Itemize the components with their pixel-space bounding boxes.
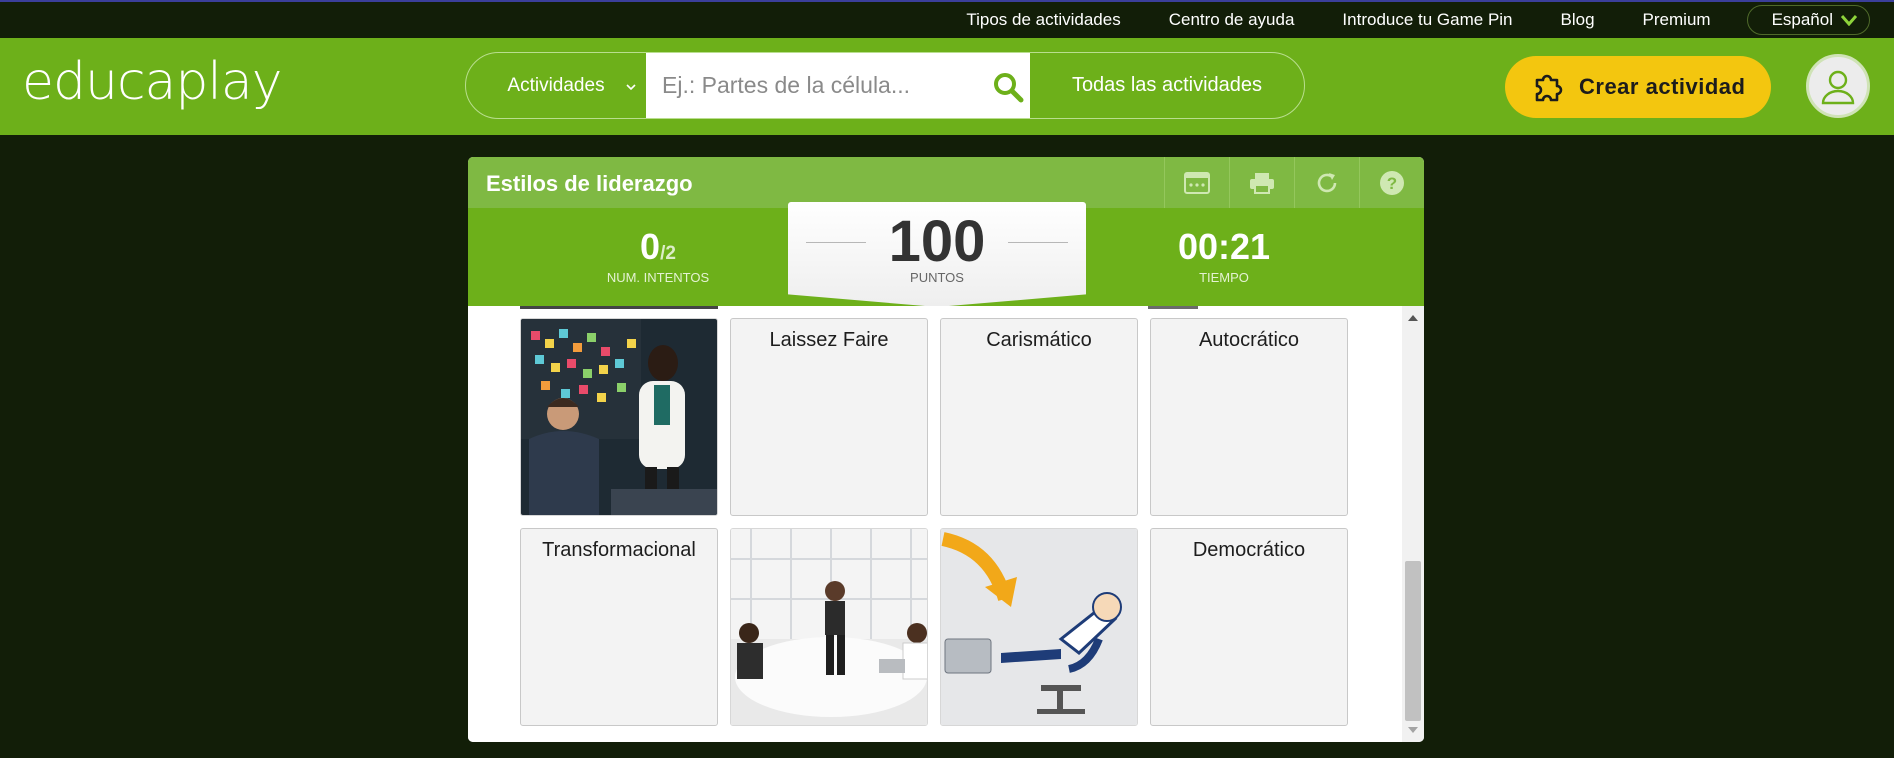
card-text-autocratic[interactable]: Autocrático [1150, 318, 1348, 516]
link-game-pin[interactable]: Introduce tu Game Pin [1342, 10, 1512, 30]
attempts-total: /2 [660, 243, 676, 264]
link-help-center[interactable]: Centro de ayuda [1169, 10, 1295, 30]
fullscreen-button[interactable] [1164, 157, 1229, 208]
link-activity-types[interactable]: Tipos de actividades [966, 10, 1120, 30]
create-activity-button[interactable]: Crear actividad [1505, 56, 1771, 118]
card-text-laissez-faire[interactable]: Laissez Faire [730, 318, 928, 516]
card-text-democratic[interactable]: Democrático [1150, 528, 1348, 726]
scroll-thumb[interactable] [1405, 561, 1421, 721]
time-label: TIEMPO [1199, 270, 1249, 285]
print-icon [1250, 172, 1274, 194]
search-icon[interactable] [992, 71, 1024, 103]
language-label: Español [1771, 10, 1833, 29]
svg-text:?: ? [1387, 174, 1397, 193]
search-bar: Actividades Todas las actividades [465, 52, 1305, 119]
time-stat: 00:21 TIEMPO [1134, 226, 1314, 285]
top-bar: Tipos de actividades Centro de ayuda Int… [0, 0, 1894, 38]
create-activity-label: Crear actividad [1579, 74, 1746, 99]
scroll-up-icon[interactable] [1408, 314, 1418, 322]
attempts-value: 0 [640, 226, 661, 267]
link-premium[interactable]: Premium [1643, 10, 1711, 30]
card-label: Transformacional [542, 539, 696, 561]
presentation-meeting-photo-icon [521, 319, 717, 515]
attempts-label: NUM. INTENTOS [606, 270, 710, 285]
activity-tools: ? [1164, 157, 1424, 208]
logo[interactable]: educaplay [22, 52, 283, 112]
card-text-charismatic[interactable]: Carismático [940, 318, 1138, 516]
card-image-presentation[interactable] [520, 318, 718, 516]
time-value: 00:21 [1177, 226, 1271, 267]
card-image-relaxed-businessman[interactable] [940, 528, 1138, 726]
chevron-down-icon [626, 84, 636, 91]
points-value: 100 [888, 209, 986, 274]
activity-panel: Estilos de liderazgo ? 0/2 NUM. INTENTOS… [468, 157, 1424, 742]
scroll-down-icon[interactable] [1408, 726, 1418, 734]
office-meeting-photo-icon [731, 529, 927, 725]
search-category-label: Actividades [507, 74, 605, 96]
help-button[interactable]: ? [1359, 157, 1424, 208]
window-icon [1184, 171, 1210, 194]
help-icon: ? [1380, 170, 1404, 195]
restart-button[interactable] [1294, 157, 1359, 208]
user-icon [1821, 70, 1855, 105]
attempts-stat: 0/2 NUM. INTENTOS [568, 226, 748, 285]
all-activities-button[interactable]: Todas las actividades [1030, 53, 1304, 118]
user-avatar[interactable] [1806, 54, 1870, 118]
points-label: PUNTOS [910, 270, 964, 285]
card-label: Democrático [1192, 539, 1306, 561]
card-text-transformational[interactable]: Transformacional [520, 528, 718, 726]
card-label: Carismático [986, 329, 1092, 351]
search-input[interactable] [646, 53, 1030, 118]
points-badge: 100 PUNTOS [788, 202, 1086, 307]
board-scrollbar[interactable] [1402, 306, 1424, 742]
card-image-office-meeting[interactable] [730, 528, 928, 726]
search-category-dropdown[interactable]: Actividades [466, 53, 646, 118]
chevron-down-icon [1841, 15, 1857, 26]
main-header: educaplay Actividades Todas las activida… [0, 38, 1894, 135]
activity-title: Estilos de liderazgo [486, 171, 693, 196]
card-peek [1148, 306, 1198, 309]
top-links: Tipos de actividades Centro de ayuda Int… [966, 2, 1894, 38]
relaxed-businessman-illustration-icon [941, 529, 1137, 725]
activity-title-bar: Estilos de liderazgo ? [468, 157, 1424, 208]
print-button[interactable] [1229, 157, 1294, 208]
card-label: Laissez Faire [769, 329, 889, 351]
puzzle-icon [1535, 74, 1563, 102]
link-blog[interactable]: Blog [1561, 10, 1595, 30]
refresh-icon [1317, 172, 1337, 192]
card-label: Autocrático [1198, 329, 1300, 351]
memory-board: Laissez Faire Carismático Autocrático Tr… [468, 306, 1402, 742]
card-peek [520, 306, 718, 309]
language-selector[interactable]: Español [1746, 5, 1870, 35]
